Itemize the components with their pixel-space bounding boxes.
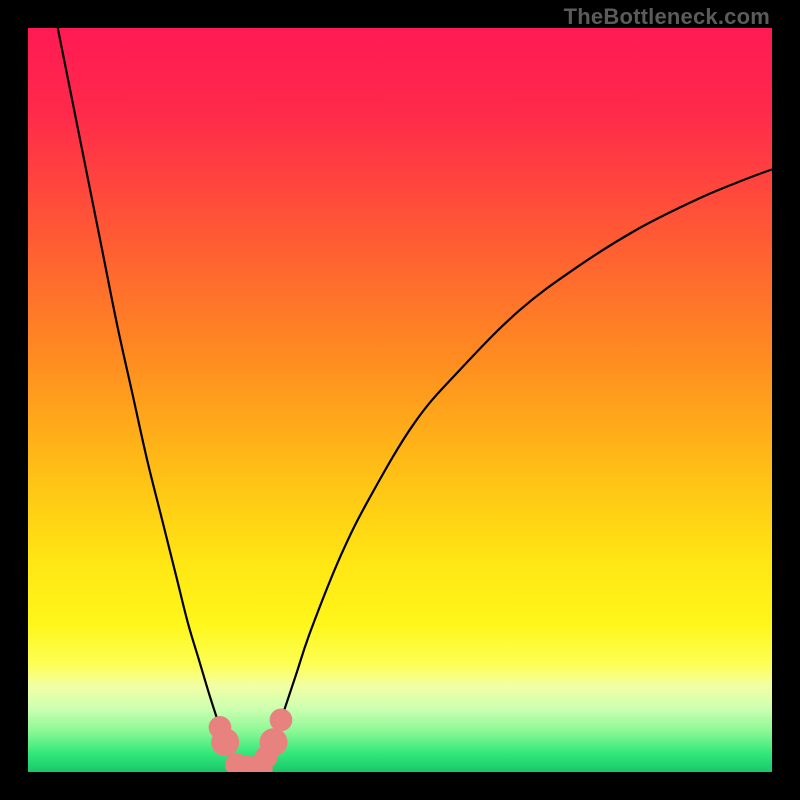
chart-svg xyxy=(28,28,772,772)
plot-area xyxy=(28,28,772,772)
data-marker xyxy=(259,728,287,756)
data-marker xyxy=(211,728,239,756)
watermark-text: TheBottleneck.com xyxy=(564,4,770,30)
data-marker xyxy=(270,709,293,732)
marker-group xyxy=(209,709,293,772)
curve-right-branch xyxy=(251,169,772,772)
outer-frame: TheBottleneck.com xyxy=(0,0,800,800)
curve-left-branch xyxy=(58,28,251,772)
